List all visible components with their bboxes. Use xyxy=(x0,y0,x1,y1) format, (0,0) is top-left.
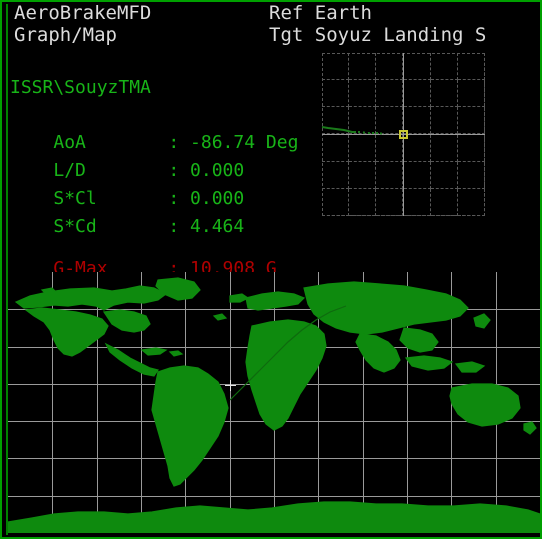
crosshair-vertical xyxy=(230,380,231,391)
graph-current-marker xyxy=(399,130,408,139)
scd-value: 4.464 xyxy=(190,216,245,237)
scd-label: S*Cd xyxy=(53,216,97,237)
target-label: Tgt Soyuz Landing S xyxy=(269,24,487,46)
mfd-title: AeroBrakeMFD xyxy=(14,2,152,24)
scd-separator: : xyxy=(168,216,180,237)
aerobrake-mfd-panel[interactable]: AeroBrakeMFD Graph/Map Ref Earth Tgt Soy… xyxy=(0,0,542,539)
world-map-panel[interactable] xyxy=(8,272,540,533)
reference-body-label: Ref Earth xyxy=(269,2,372,24)
panel-divider-line xyxy=(6,4,8,535)
reentry-graph-panel[interactable] xyxy=(322,53,485,216)
vessel-position-crosshair xyxy=(225,380,236,391)
vessel-name-label: ISSR\SouyzTMA xyxy=(10,77,151,98)
mfd-mode-label: Graph/Map xyxy=(14,24,117,46)
map-coastlines xyxy=(8,277,540,533)
